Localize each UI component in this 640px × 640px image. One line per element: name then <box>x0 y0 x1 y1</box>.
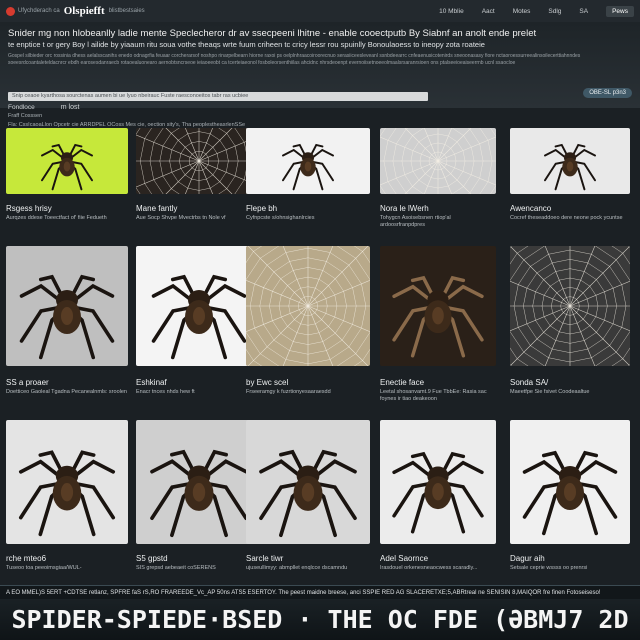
card-title[interactable]: Awencanco <box>510 204 551 213</box>
footer-title: SPIDER-SPIEDE·BSED · THE OC FDE (ƏBMJ7 2… <box>0 599 640 640</box>
spider-image[interactable] <box>510 128 630 194</box>
card-description: ujuseullimyy: abmpllet enqlcce dscamndu <box>246 565 348 571</box>
news-button[interactable]: Pews <box>606 5 634 17</box>
spider-image[interactable] <box>6 128 128 194</box>
spider-image[interactable] <box>136 246 262 366</box>
spider-image[interactable] <box>380 420 496 544</box>
page-subheadline: te enptice t or gery Boy l ailide by yia… <box>8 40 485 49</box>
image-card[interactable]: Eshkinaf Enacr tnces nhds hew ft <box>136 246 262 402</box>
page-description: Gospel silbieder orc rossinia dhess aela… <box>8 53 581 66</box>
card-title[interactable]: Rsgess hrisy <box>6 204 52 213</box>
image-card[interactable]: rche mteo6 Tuseoo toa peeoimsgiaa/WUL- <box>6 420 128 578</box>
search-input[interactable]: Snip ceaoe kyarthosa sourctenas aumen bi… <box>8 92 428 101</box>
card-title[interactable]: Nora le lWerh <box>380 204 429 213</box>
spider-image[interactable] <box>510 420 630 544</box>
image-card[interactable]: SS a proaer Doetticeo Gaoleal Tgadna Peca… <box>6 246 128 402</box>
card-description: Frseeramgy k fuzrtionyesaaraesdd <box>246 389 331 395</box>
nav-item[interactable]: Motes <box>513 8 531 15</box>
card-title[interactable]: Dagur aih <box>510 554 545 563</box>
spider-image[interactable] <box>136 420 262 544</box>
card-description: Aurqzes ddese Toeectfact of' fiie Feduet… <box>6 215 107 221</box>
nav-item[interactable]: SA <box>579 8 588 15</box>
filter-pill-button[interactable]: OBE-SL p3n3 <box>583 88 632 98</box>
card-description: Aue Socp Shvpe Mvectrbs tn Nole vf <box>136 215 226 221</box>
card-description: Leetal shosanvamt.9 Fue TbbEe: Rasia sac… <box>380 389 487 402</box>
image-card[interactable]: Nora le lWerh Tohygcn Asoisebsnen rtiop'a… <box>380 128 496 228</box>
logo-icon[interactable] <box>6 6 15 16</box>
footer-strip: A EO MMEL)S 5ERT +CDTSE retlanz, SPFRE f… <box>0 585 640 599</box>
image-card[interactable]: Sarcle tiwr ujuseullimyy: abmpllet enqlcc… <box>246 420 370 578</box>
image-card[interactable]: Awencanco Cocref theseaddoeo dere neone p… <box>510 128 630 228</box>
image-card[interactable]: Enectie face Leetal shosanvamt.9 Fue TbbE… <box>380 246 496 402</box>
web-image[interactable] <box>380 128 496 194</box>
image-card[interactable]: S5 gpstd SIS grepsd aebeaeit coSERENS <box>136 420 262 578</box>
image-card[interactable]: Adel Saornce Irasdouel orkenesneaocwess s… <box>380 420 496 578</box>
spider-image[interactable] <box>380 246 496 366</box>
card-title[interactable]: Mane fantly <box>136 204 177 213</box>
card-description: Doetticeo Gaoleal Tgadna Pecanealnmls: s… <box>6 389 127 395</box>
filter-sub-label: Fraff Cosssen <box>8 113 43 119</box>
card-description: SIS grepsd aebeaeit coSERENS <box>136 565 216 571</box>
image-card[interactable]: Rsgess hrisy Aurqzes ddese Toeectfact of'… <box>6 128 128 228</box>
brand-tail: blistbestsaies <box>108 8 145 14</box>
card-title[interactable]: Eshkinaf <box>136 378 167 387</box>
nav-item[interactable]: Sdlg <box>548 8 561 15</box>
card-description: Setsale ceprie wssss oo prenrsi <box>510 565 588 571</box>
web-image[interactable] <box>510 246 630 366</box>
card-title[interactable]: S5 gpstd <box>136 554 168 563</box>
brand-title[interactable]: Olspiefft <box>64 5 105 17</box>
card-title[interactable]: Sarcle tiwr <box>246 554 283 563</box>
card-description: Tohygcn Asoisebsnen rtiop'al ardoosrfran… <box>380 215 451 228</box>
web-image[interactable] <box>246 246 370 366</box>
card-title[interactable]: rche mteo6 <box>6 554 46 563</box>
card-title[interactable]: Flepe bh <box>246 204 277 213</box>
web-image[interactable] <box>136 128 262 194</box>
spider-image[interactable] <box>6 420 128 544</box>
nav-item[interactable]: 10 Mblie <box>439 8 464 15</box>
top-bar: Ufychderach ca Olspiefft blistbestsaies … <box>0 0 640 22</box>
nav-item[interactable]: Aact <box>482 8 495 15</box>
card-title[interactable]: SS a proaer <box>6 378 49 387</box>
filter-label[interactable]: Fondloce <box>8 104 35 111</box>
card-title[interactable]: by Ewc scel <box>246 378 288 387</box>
spider-image[interactable] <box>6 246 128 366</box>
filter-row: Snip ceaoe kyarthosa sourctenas aumen bi… <box>0 86 640 128</box>
spider-image[interactable] <box>246 420 370 544</box>
top-nav: 10 Mblie Aact Motes Sdlg SA Pews <box>439 5 634 17</box>
card-description: Maeetfpe Sie fsivet Coodeaaltue <box>510 389 590 395</box>
image-card[interactable]: Mane fantly Aue Socp Shvpe Mvectrbs tn No… <box>136 128 262 228</box>
page-headline: Snider mg non hlobeanlly ladie mente Spe… <box>8 28 537 39</box>
image-card[interactable]: by Ewc scel Frseeramgy k fuzrtionyesaarae… <box>246 246 370 402</box>
card-title[interactable]: Enectie face <box>380 378 424 387</box>
card-description: Irasdouel orkenesneaocwess scaradly... <box>380 565 478 571</box>
card-title[interactable]: Sonda SA/ <box>510 378 548 387</box>
card-description: Enacr tnces nhds hew ft <box>136 389 195 395</box>
card-title[interactable]: Adel Saornce <box>380 554 428 563</box>
brand-small: Ufychderach ca <box>18 8 60 14</box>
card-description: Cyfnpcste s/ohnsighanlrcies <box>246 215 315 221</box>
filter-label-secondary[interactable]: m lost <box>61 104 80 111</box>
image-card[interactable]: Flepe bh Cyfnpcste s/ohnsighanlrcies <box>246 128 370 228</box>
card-description: Tuseoo toa peeoimsgiaa/WUL- <box>6 565 82 571</box>
spider-image[interactable] <box>246 128 370 194</box>
image-card[interactable]: Dagur aih Setsale ceprie wssss oo prenrsi <box>510 420 630 578</box>
card-description: Cocref theseaddoeo dere neone pock ycunt… <box>510 215 623 221</box>
image-card[interactable]: Sonda SA/Maeetfpe Sie fsivet Coodeaaltue <box>510 246 630 402</box>
